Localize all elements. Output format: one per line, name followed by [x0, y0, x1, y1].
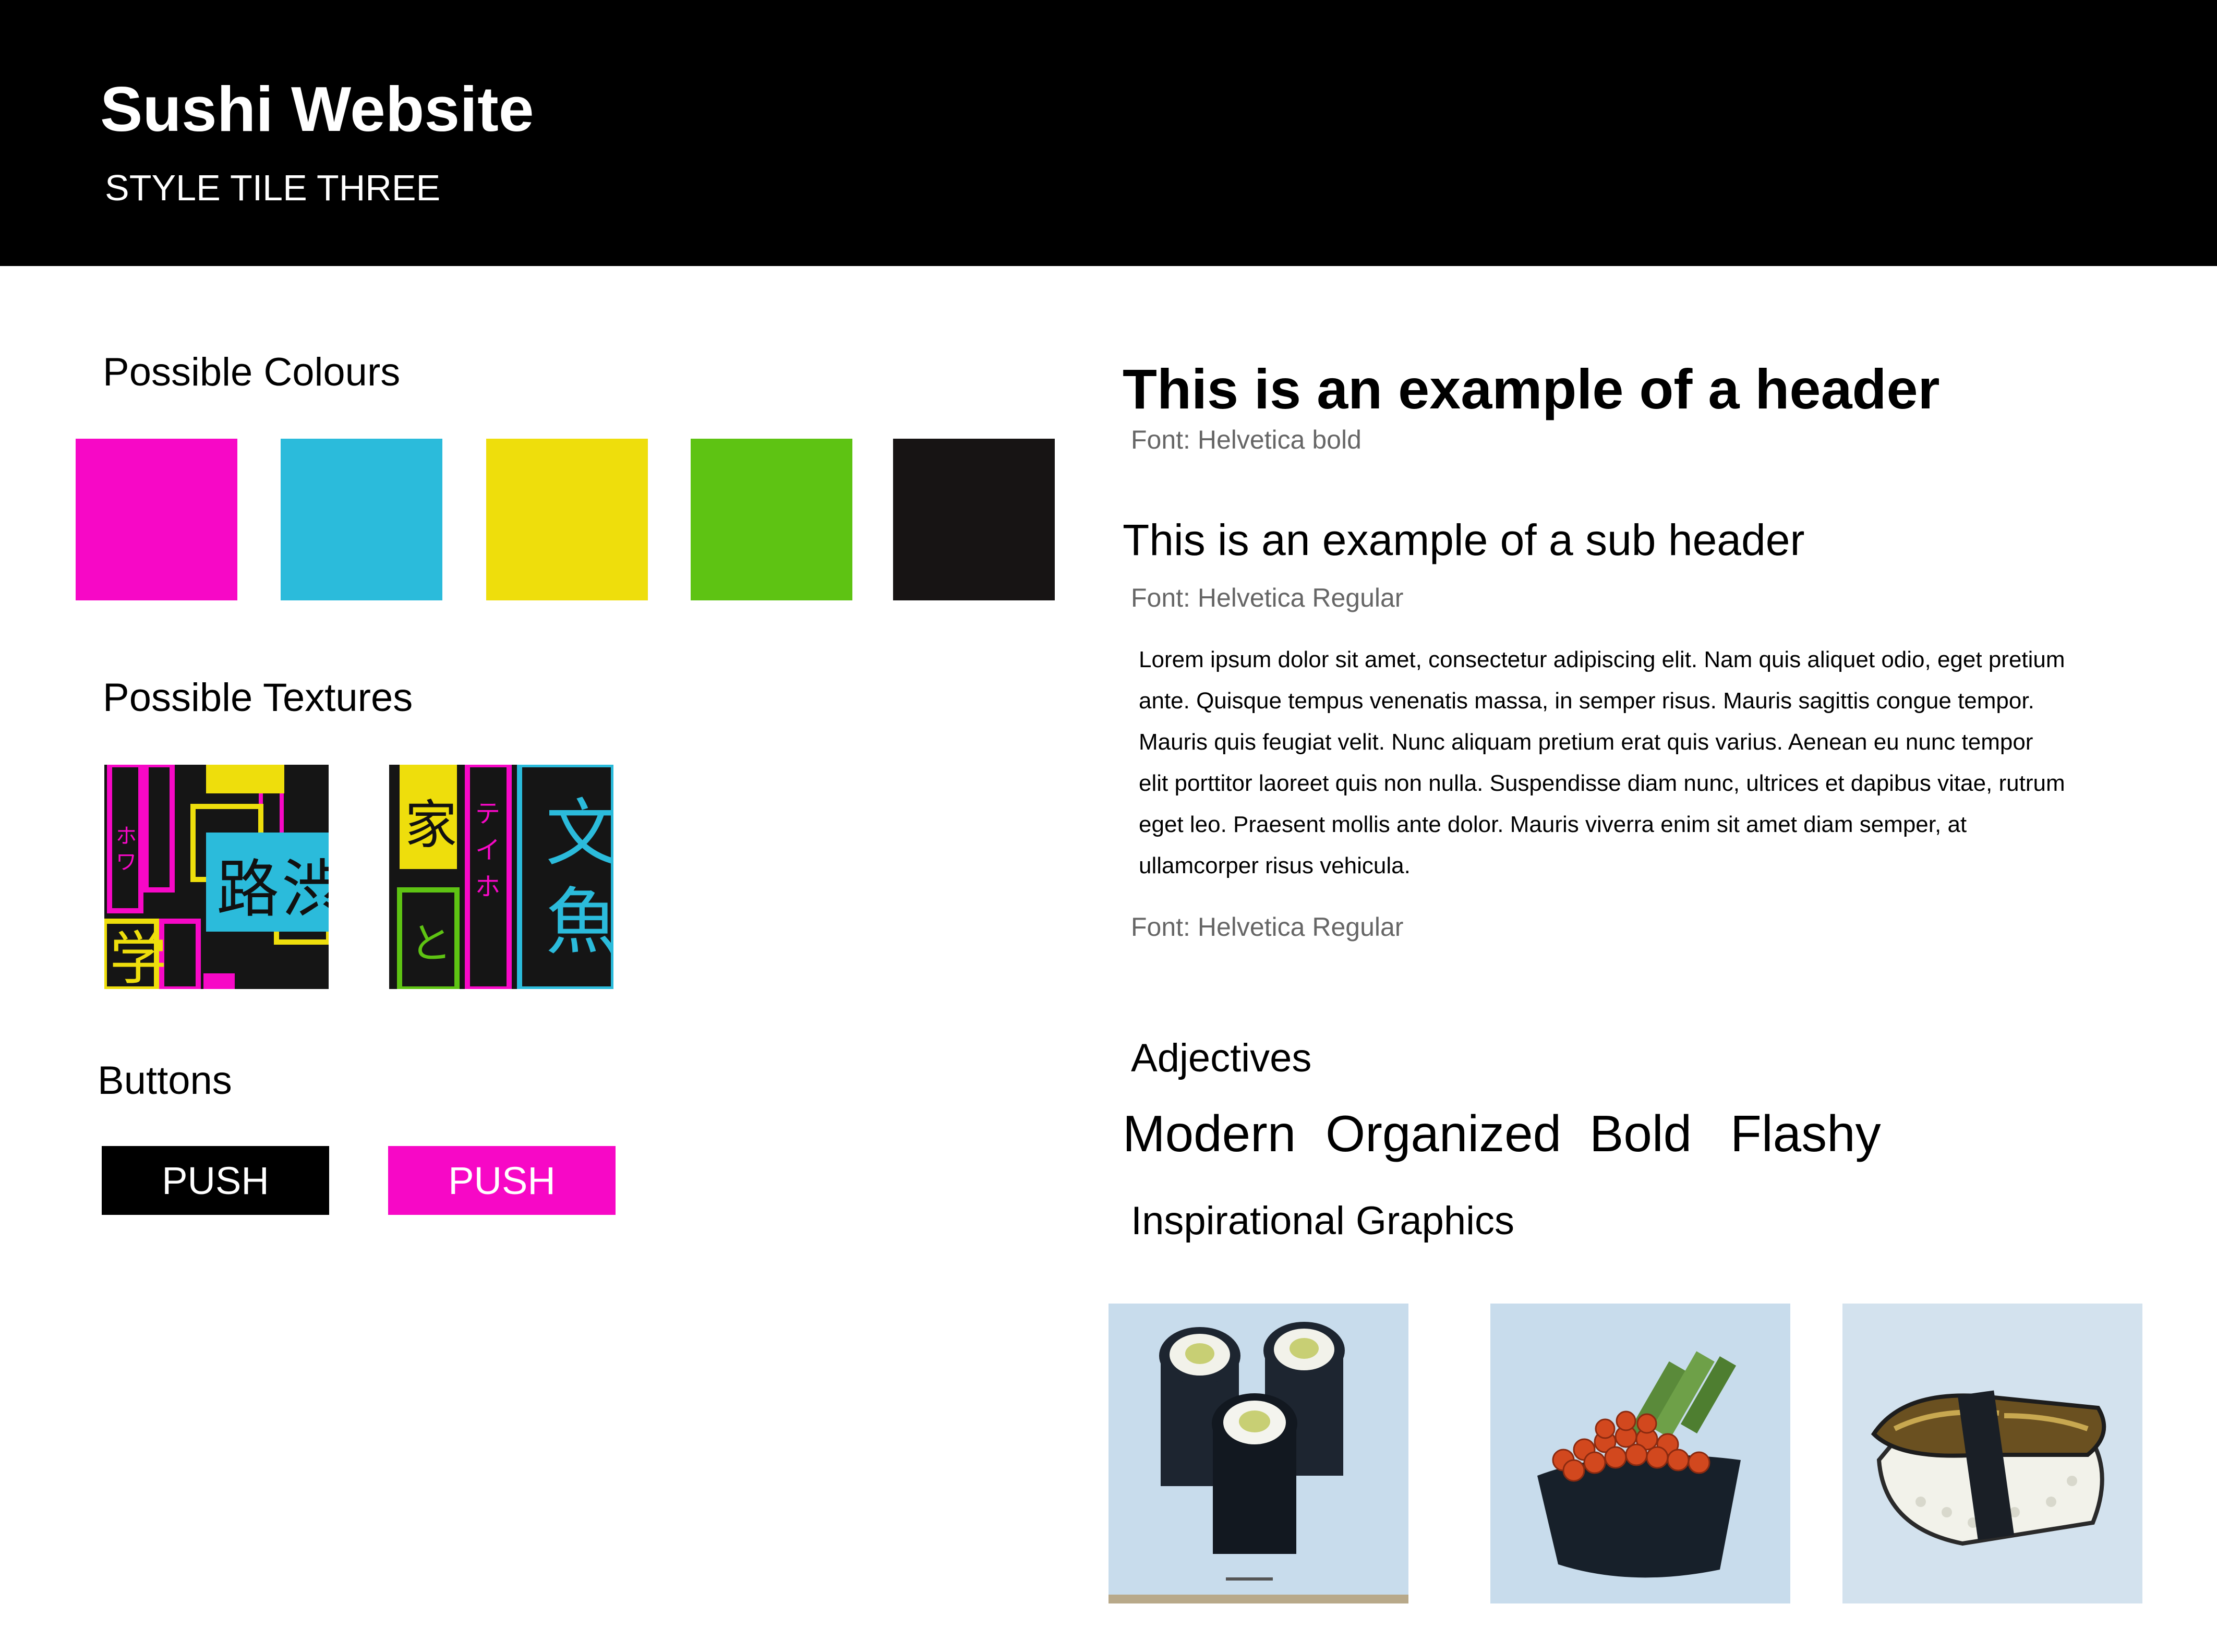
svg-text:路: 路: [216, 853, 279, 926]
site-title: Sushi Website: [100, 74, 534, 144]
svg-text:学: 学: [110, 925, 167, 989]
inspirational-graphics-heading: Inspirational Graphics: [1131, 1199, 1515, 1243]
adjective-item: Organized: [1326, 1105, 1562, 1162]
svg-text:魚: 魚: [546, 880, 613, 965]
svg-text:渋: 渋: [282, 853, 329, 926]
colour-swatch-magenta: [76, 439, 237, 600]
svg-text:イ: イ: [475, 836, 500, 865]
buttons-heading: Buttons: [98, 1058, 232, 1103]
maki-roll-illustration: [1108, 1304, 1408, 1603]
body-text-example: Lorem ipsum dolor sit amet, consectetur …: [1139, 647, 2065, 878]
adjective-item: Flashy: [1730, 1105, 1881, 1162]
header-font-note: Font: Helvetica bold: [1131, 425, 1361, 454]
colour-swatch-yellow: [486, 439, 648, 600]
subheader-font-note: Font: Helvetica Regular: [1131, 583, 1404, 612]
neon-kanji-texture-2: 家 と テ イ ホ 文 魚: [389, 765, 613, 989]
neon-kanji-texture-1: 路 渋 学 ホ ワ: [104, 765, 329, 989]
adjective-item: Bold: [1589, 1105, 1692, 1162]
header-example: This is an example of a header: [1123, 357, 1940, 420]
colour-swatch-green: [691, 439, 852, 600]
svg-text:家: 家: [405, 794, 457, 855]
textures-heading: Possible Textures: [103, 676, 413, 720]
body-font-note: Font: Helvetica Regular: [1131, 912, 1404, 942]
svg-text:と: と: [410, 919, 452, 968]
svg-text:ホ: ホ: [116, 824, 137, 848]
subheader-example: This is an example of a sub header: [1123, 515, 1805, 564]
svg-text:ワ: ワ: [116, 850, 137, 874]
svg-text:テ: テ: [475, 799, 500, 828]
svg-text:ホ: ホ: [475, 872, 500, 901]
colour-swatch-cyan: [281, 439, 442, 600]
push-button-secondary[interactable]: PUSH: [388, 1146, 616, 1215]
colour-swatch-black: [893, 439, 1055, 600]
svg-text:文: 文: [546, 791, 613, 876]
style-tile-subtitle: STYLE TILE THREE: [105, 167, 441, 208]
adjective-item: Modern: [1123, 1105, 1296, 1162]
colours-heading: Possible Colours: [103, 350, 401, 394]
unagi-nigiri-illustration: [1842, 1304, 2142, 1603]
adjectives-heading: Adjectives: [1131, 1036, 1312, 1080]
push-button-primary[interactable]: PUSH: [102, 1146, 329, 1215]
ikura-gunkan-illustration: [1490, 1304, 1790, 1603]
